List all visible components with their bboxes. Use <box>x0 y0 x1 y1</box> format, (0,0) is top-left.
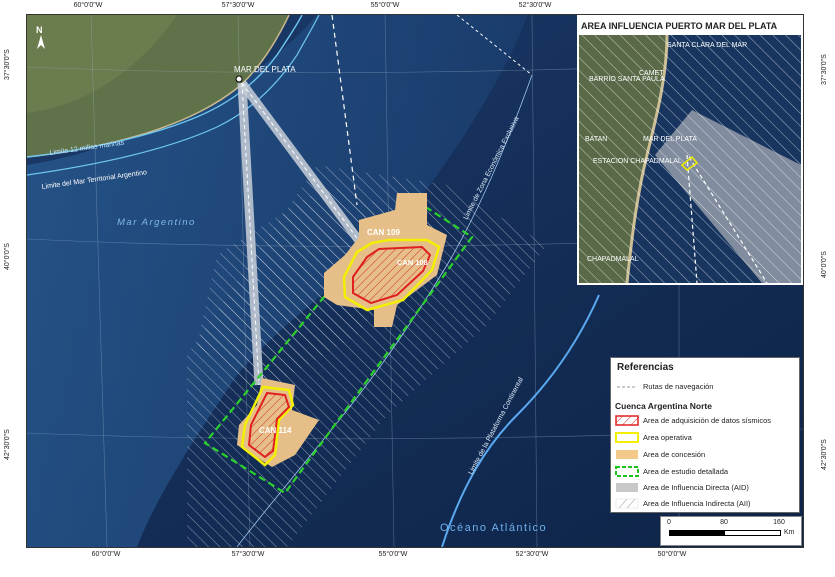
graticule-label-top: 60°0'0"W <box>73 2 103 9</box>
block-can109-label: CAN 109 <box>367 228 400 237</box>
graticule-label-right: 37°30'0"S <box>821 54 828 85</box>
legend-item-aii: Area de Influencia Indirecta (AII) <box>615 498 799 510</box>
legend-item-label: Area de adquisición de datos sísmicos <box>643 416 771 425</box>
graticule-label-top: 52°30'0"W <box>518 2 552 9</box>
graticule-label-bottom: 52°30'0"W <box>515 551 549 558</box>
legend-item-study: Area de estudio detallada <box>615 466 799 478</box>
inset-place-label: ESTACION CHAPADMALAL <box>593 158 682 165</box>
city-label: MAR DEL PLATA <box>234 65 296 74</box>
study-area-swatch-icon <box>615 466 639 477</box>
legend-section-title: Cuenca Argentina Norte <box>615 401 712 411</box>
legend-item-label: Area de Influencia Directa (AID) <box>643 483 749 492</box>
legend-title: Referencias <box>617 362 674 373</box>
map-figure: 60°0'0"W 57°30'0"W 55°0'0"W 52°30'0"W 60… <box>0 0 835 577</box>
graticule-label-right: 40°0'0"S <box>821 251 828 278</box>
legend-item-label: Rutas de navegación <box>643 382 714 391</box>
legend-item-label: Area de Influencia Indirecta (AII) <box>643 499 751 508</box>
seismic-swatch-icon <box>615 415 639 426</box>
inset-map: AREA INFLUENCIA PUERTO MAR DEL PLATA SAN… <box>577 15 803 285</box>
graticule-label-top: 55°0'0"W <box>370 2 400 9</box>
inset-place-label: MAR DEL PLATA <box>643 136 697 143</box>
north-arrow-letter: N <box>36 25 43 35</box>
scale-unit: Km <box>784 529 795 536</box>
scale-bar-graphic <box>669 530 781 536</box>
legend-item-label: Area de concesión <box>643 450 706 459</box>
city-marker <box>235 75 243 83</box>
scale-tick-label: 0 <box>667 519 671 526</box>
graticule-label-bottom: 50°0'0"W <box>657 551 687 558</box>
legend-item-label: Area de estudio detallada <box>643 467 729 476</box>
scale-tick-label: 160 <box>773 519 785 526</box>
legend-item-seismic: Area de adquisición de datos sísmicos <box>615 415 799 427</box>
legend-item-route: Rutas de navegación <box>615 381 799 393</box>
aii-swatch-icon <box>615 498 639 509</box>
graticule-label-top: 57°30'0"W <box>221 2 255 9</box>
ocean-label: Océano Atlántico <box>440 522 547 534</box>
graticule-label-left: 37°30'0"S <box>4 49 11 80</box>
inset-title: AREA INFLUENCIA PUERTO MAR DEL PLATA <box>581 21 778 31</box>
legend-item-label: Area operativa <box>643 433 692 442</box>
graticule-label-bottom: 55°0'0"W <box>378 551 408 558</box>
legend-item-aid: Area de Influencia Directa (AID) <box>615 482 799 494</box>
legend-panel: Referencias Rutas de navegación Cuenca A… <box>610 357 800 513</box>
inset-place-label: CHAPADMALAL <box>587 256 639 263</box>
graticule-label-left: 40°0'0"S <box>4 243 11 270</box>
scale-bar: 0 80 160 Km <box>660 516 802 546</box>
route-swatch-icon <box>617 386 637 388</box>
scale-tick-label: 80 <box>720 519 728 526</box>
block-can114-label: CAN 114 <box>259 426 292 435</box>
graticule-label-bottom: 57°30'0"W <box>231 551 265 558</box>
inset-place-label: SANTA CLARA DEL MAR <box>667 42 747 49</box>
legend-item-operative: Area operativa <box>615 432 799 444</box>
aid-swatch-icon <box>616 483 638 492</box>
operative-swatch-icon <box>615 432 639 443</box>
block-can108-label: CAN 108 <box>397 258 428 267</box>
legend-item-concession: Area de concesión <box>615 449 799 461</box>
inset-place-label: BATAN <box>585 136 607 143</box>
graticule-label-left: 42°30'0"S <box>4 429 11 460</box>
graticule-label-right: 42°30'0"S <box>821 439 828 470</box>
concession-swatch-icon <box>616 450 638 459</box>
sea-label: Mar Argentino <box>117 217 196 228</box>
graticule-label-bottom: 60°0'0"W <box>91 551 121 558</box>
inset-place-label: BARRIO SANTA PAULA <box>589 76 665 83</box>
